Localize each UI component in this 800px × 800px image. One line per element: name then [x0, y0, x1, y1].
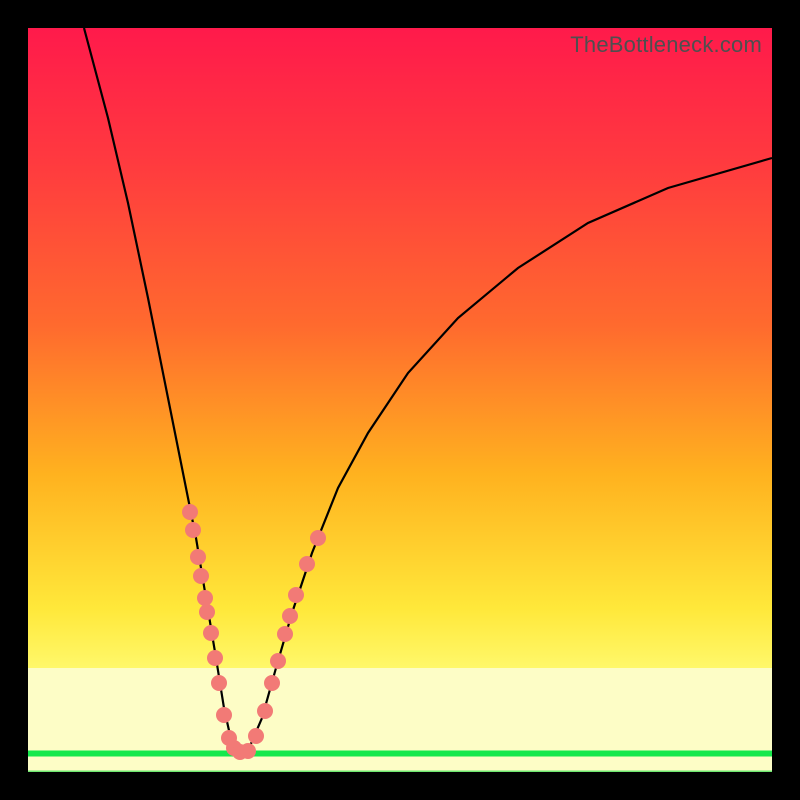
highlight-dot: [211, 675, 227, 691]
v-curve-path: [84, 28, 772, 752]
highlight-dot: [193, 568, 209, 584]
highlight-dot: [185, 522, 201, 538]
highlight-dot: [199, 604, 215, 620]
highlight-dot: [190, 549, 206, 565]
plot-area: TheBottleneck.com: [28, 28, 772, 772]
highlight-dot: [203, 625, 219, 641]
highlight-dot: [299, 556, 315, 572]
highlight-dot: [182, 504, 198, 520]
highlight-dot: [310, 530, 326, 546]
highlight-dot: [248, 728, 264, 744]
highlight-dot: [207, 650, 223, 666]
highlight-dot: [288, 587, 304, 603]
highlight-dots-group: [182, 504, 326, 760]
highlight-dot: [197, 590, 213, 606]
highlight-dot: [264, 675, 280, 691]
chart-svg: [28, 28, 772, 772]
highlight-dot: [216, 707, 232, 723]
highlight-dot: [240, 743, 256, 759]
highlight-dot: [277, 626, 293, 642]
chart-frame: TheBottleneck.com: [0, 0, 800, 800]
highlight-dot: [270, 653, 286, 669]
highlight-dot: [282, 608, 298, 624]
highlight-dot: [257, 703, 273, 719]
